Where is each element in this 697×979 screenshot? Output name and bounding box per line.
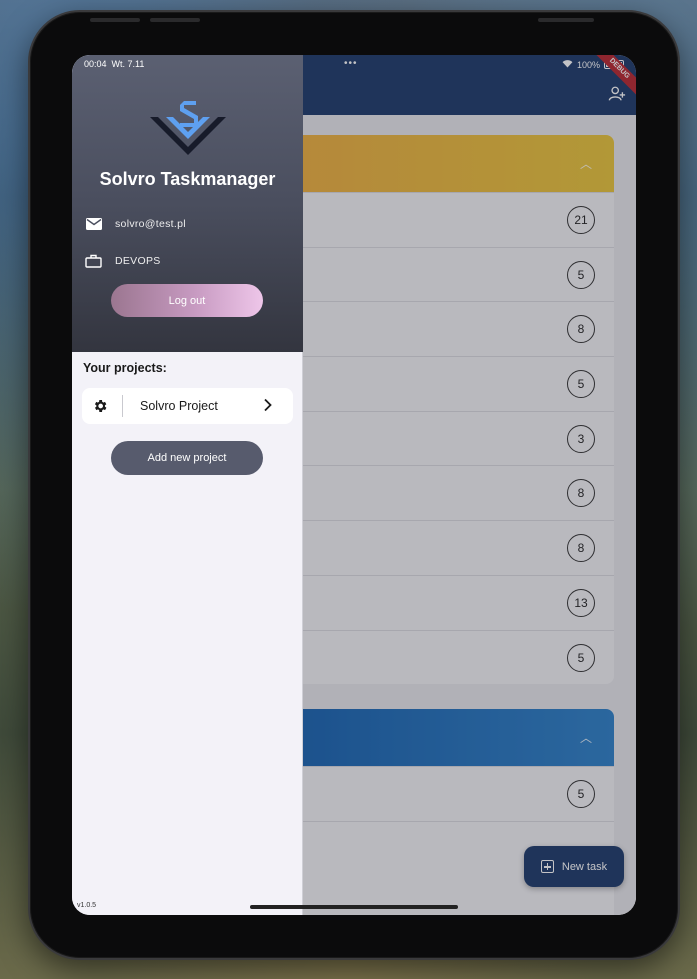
app-version: v1.0.5 bbox=[77, 902, 97, 909]
add-project-button[interactable]: Add new project bbox=[111, 441, 263, 475]
status-time: 00:04 Wt. 7.11 bbox=[84, 59, 144, 69]
power-button bbox=[538, 18, 594, 22]
clock: 00:04 bbox=[84, 59, 107, 69]
volume-button bbox=[150, 18, 200, 22]
screen: ••• 100% DEBUG ︿ 21585388135 ︿ 5 bbox=[72, 55, 636, 915]
gear-icon[interactable] bbox=[92, 398, 108, 414]
logout-button[interactable]: Log out bbox=[111, 284, 263, 317]
briefcase-icon bbox=[85, 254, 102, 268]
mail-icon bbox=[85, 217, 102, 231]
divider bbox=[122, 395, 123, 417]
solvro-logo-icon bbox=[150, 101, 226, 155]
home-indicator[interactable] bbox=[250, 905, 458, 909]
date: Wt. 7.11 bbox=[111, 59, 145, 69]
drawer-header: 00:04 Wt. 7.11 Solvro Taskmanager solvro… bbox=[72, 55, 303, 352]
user-email: solvro@test.pl bbox=[115, 218, 186, 230]
chevron-right-icon[interactable] bbox=[263, 398, 273, 412]
role-row: DEVOPS bbox=[85, 254, 161, 268]
volume-button bbox=[90, 18, 140, 22]
projects-heading: Your projects: bbox=[83, 361, 167, 375]
navigation-drawer: 00:04 Wt. 7.11 Solvro Taskmanager solvro… bbox=[72, 55, 303, 915]
app-title: Solvro Taskmanager bbox=[99, 169, 276, 189]
project-item[interactable]: Solvro Project bbox=[82, 388, 293, 424]
project-name: Solvro Project bbox=[140, 399, 218, 413]
user-role: DEVOPS bbox=[115, 255, 161, 267]
email-row: solvro@test.pl bbox=[85, 217, 186, 231]
